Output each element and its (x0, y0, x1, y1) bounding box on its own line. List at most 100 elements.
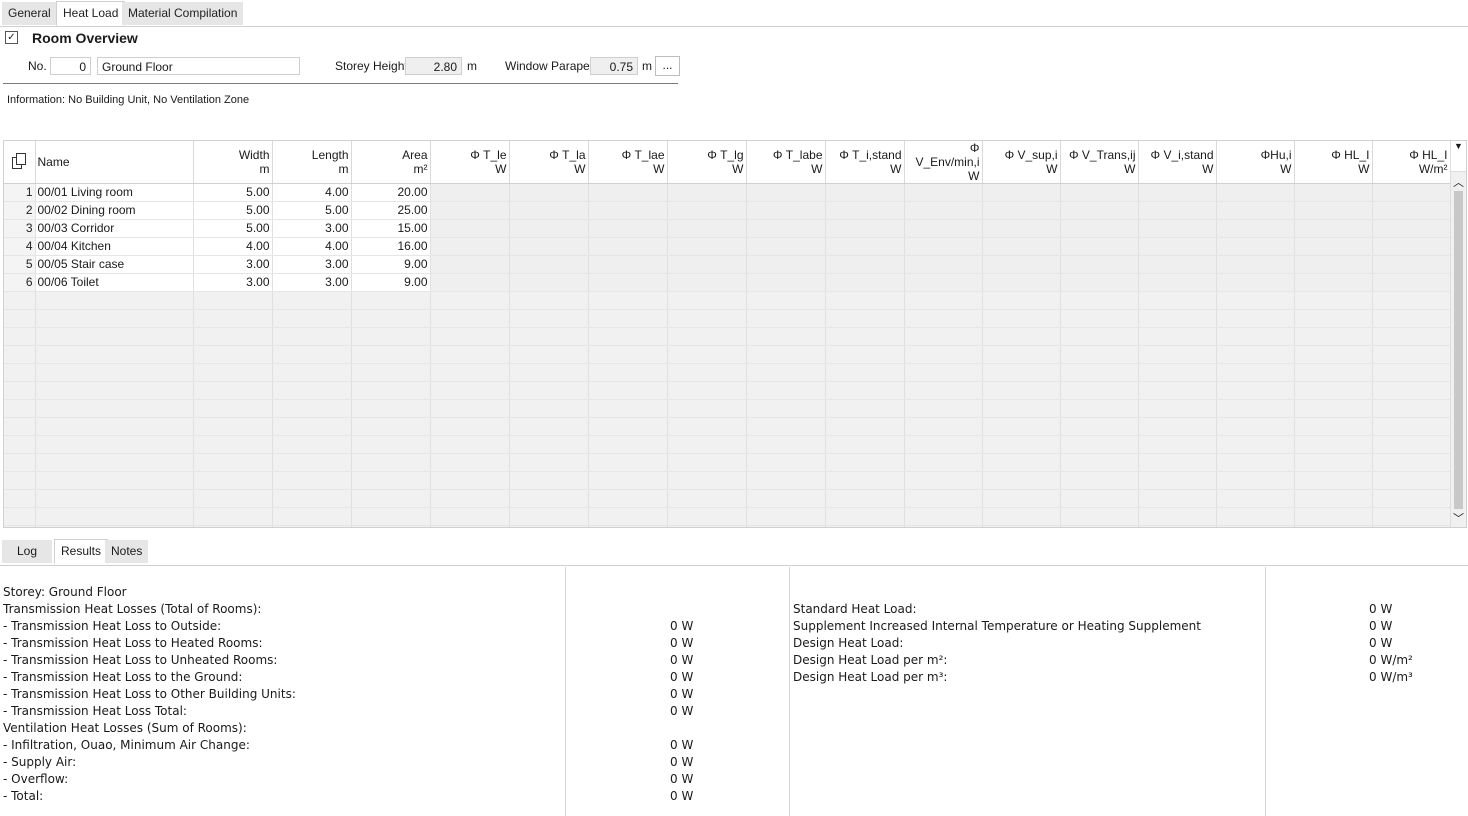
room-name-cell[interactable] (35, 507, 194, 526)
col-header-v-istand[interactable]: Φ V_i,stand W (1138, 141, 1217, 184)
length-cell[interactable] (272, 345, 352, 364)
area-cell[interactable] (351, 327, 431, 346)
col-header-v-sup[interactable]: Φ V_sup,i W (982, 141, 1061, 184)
grid-vertical-scrollbar[interactable]: ▼ ︿ ﹀ (1450, 141, 1466, 527)
row-number[interactable] (4, 525, 36, 527)
empty-table-row[interactable] (4, 489, 1451, 508)
col-header-t-la[interactable]: Φ T_la W (509, 141, 589, 184)
length-cell[interactable] (272, 471, 352, 490)
row-number[interactable]: 6 (4, 273, 36, 292)
width-cell[interactable] (193, 291, 273, 310)
length-cell[interactable] (272, 525, 352, 527)
room-name-cell[interactable] (35, 435, 194, 454)
storey-name-field[interactable]: Ground Floor (97, 57, 300, 75)
room-name-cell[interactable] (35, 471, 194, 490)
length-cell[interactable] (272, 363, 352, 382)
row-number[interactable]: 4 (4, 237, 36, 256)
width-cell[interactable] (193, 435, 273, 454)
area-cell[interactable] (351, 399, 431, 418)
length-cell[interactable] (272, 417, 352, 436)
room-name-cell[interactable] (35, 291, 194, 310)
room-name-cell[interactable] (35, 327, 194, 346)
row-number[interactable] (4, 417, 36, 436)
area-cell[interactable]: 25.00 (351, 201, 431, 220)
length-cell[interactable] (272, 453, 352, 472)
row-number[interactable] (4, 507, 36, 526)
room-name-cell[interactable] (35, 309, 194, 328)
area-cell[interactable] (351, 417, 431, 436)
col-header-t-lae[interactable]: Φ T_lae W (588, 141, 668, 184)
area-cell[interactable] (351, 489, 431, 508)
length-cell[interactable] (272, 399, 352, 418)
tab-log[interactable]: Log (2, 540, 52, 563)
area-cell[interactable] (351, 291, 431, 310)
row-number[interactable] (4, 489, 36, 508)
room-name-cell[interactable] (35, 525, 194, 527)
empty-table-row[interactable] (4, 309, 1451, 328)
col-header-hl-wm2[interactable]: Φ HL_I W/m² (1372, 141, 1451, 184)
room-name-cell[interactable]: 00/01 Living room (35, 183, 194, 202)
room-name-cell[interactable] (35, 381, 194, 400)
col-header-name[interactable]: Name (35, 141, 194, 184)
col-header-t-lg[interactable]: Φ T_lg W (667, 141, 747, 184)
area-cell[interactable] (351, 525, 431, 527)
empty-table-row[interactable] (4, 399, 1451, 418)
length-cell[interactable] (272, 327, 352, 346)
area-cell[interactable]: 9.00 (351, 255, 431, 274)
width-cell[interactable] (193, 345, 273, 364)
area-cell[interactable] (351, 381, 431, 400)
area-cell[interactable] (351, 507, 431, 526)
area-cell[interactable] (351, 471, 431, 490)
width-cell[interactable]: 3.00 (193, 273, 273, 292)
col-header-t-istand[interactable]: Φ T_i,stand W (825, 141, 905, 184)
length-cell[interactable]: 4.00 (272, 183, 352, 202)
length-cell[interactable]: 3.00 (272, 273, 352, 292)
row-number[interactable] (4, 363, 36, 382)
empty-table-row[interactable] (4, 363, 1451, 382)
room-name-cell[interactable]: 00/04 Kitchen (35, 237, 194, 256)
empty-table-row[interactable] (4, 453, 1451, 472)
length-cell[interactable] (272, 291, 352, 310)
row-number[interactable] (4, 309, 36, 328)
empty-table-row[interactable] (4, 417, 1451, 436)
room-name-cell[interactable] (35, 399, 194, 418)
row-number[interactable]: 3 (4, 219, 36, 238)
empty-table-row[interactable] (4, 507, 1451, 526)
col-header-length[interactable]: Length m (272, 141, 352, 184)
room-name-cell[interactable]: 00/05 Stair case (35, 255, 194, 274)
empty-table-row[interactable] (4, 345, 1451, 364)
width-cell[interactable] (193, 507, 273, 526)
tab-general[interactable]: General (2, 2, 57, 25)
room-overview-checkbox[interactable]: ✓ (5, 31, 18, 44)
scroll-up-icon[interactable]: ︿ (1451, 177, 1466, 189)
row-number[interactable] (4, 399, 36, 418)
length-cell[interactable] (272, 381, 352, 400)
length-cell[interactable]: 3.00 (272, 255, 352, 274)
col-header-width[interactable]: Width m (193, 141, 273, 184)
tab-material-compilation[interactable]: Material Compilation (122, 2, 244, 25)
room-name-cell[interactable]: 00/03 Corridor (35, 219, 194, 238)
length-cell[interactable] (272, 435, 352, 454)
row-number[interactable] (4, 327, 36, 346)
row-number[interactable] (4, 345, 36, 364)
more-options-button[interactable]: ... (655, 56, 680, 76)
col-header-hu[interactable]: ΦHu,i W (1216, 141, 1295, 184)
empty-table-row[interactable] (4, 381, 1451, 400)
area-cell[interactable] (351, 435, 431, 454)
length-cell[interactable]: 5.00 (272, 201, 352, 220)
length-cell[interactable] (272, 507, 352, 526)
tab-heat-load[interactable]: Heat Load (56, 1, 126, 26)
area-cell[interactable] (351, 453, 431, 472)
table-row[interactable]: 5 00/05 Stair case 3.00 3.00 9.00 (4, 255, 1451, 274)
col-header-t-labe[interactable]: Φ T_labe W (746, 141, 826, 184)
length-cell[interactable] (272, 309, 352, 328)
width-cell[interactable] (193, 525, 273, 527)
tab-results[interactable]: Results (54, 539, 109, 564)
col-header-hl-w[interactable]: Φ HL_I W (1294, 141, 1373, 184)
area-cell[interactable]: 9.00 (351, 273, 431, 292)
tab-notes[interactable]: Notes (105, 540, 149, 563)
width-cell[interactable] (193, 417, 273, 436)
row-number[interactable]: 1 (4, 183, 36, 202)
room-name-cell[interactable] (35, 489, 194, 508)
room-name-cell[interactable]: 00/02 Dining room (35, 201, 194, 220)
